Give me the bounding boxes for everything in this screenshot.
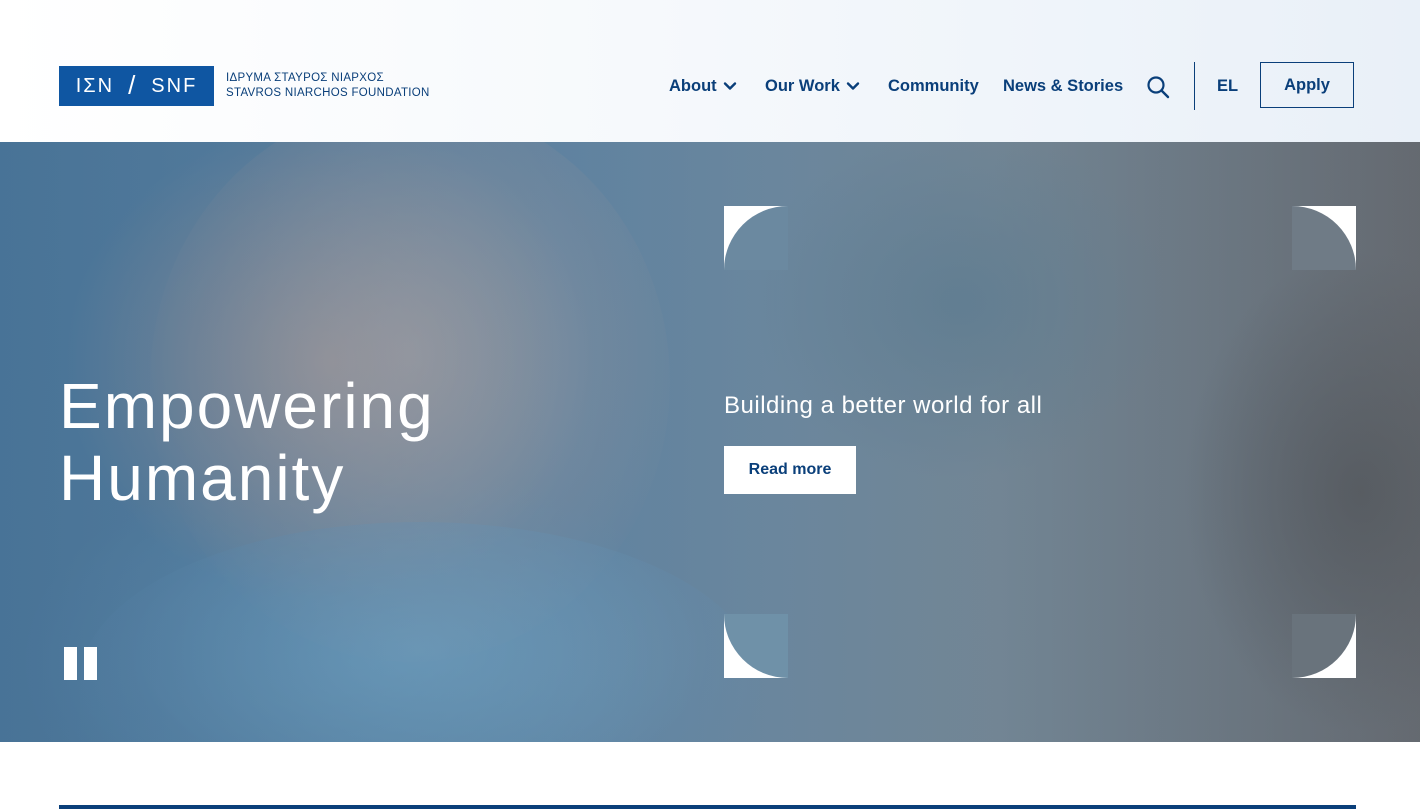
hero-title-line-1: Empowering [59,370,435,442]
frame-corner-bottom-right [1292,614,1356,678]
pause-bar [64,647,77,680]
frame-corner-bottom-left [724,614,788,678]
hero-banner: Empowering Humanity Building a better wo… [0,142,1420,742]
frame-corner-top-right [1292,206,1356,270]
chevron-down-icon [846,82,860,90]
nav-item-our-work[interactable]: Our Work [765,62,860,110]
hero-subtitle: Building a better world for all [724,392,1043,419]
section-divider [59,805,1356,809]
nav-item-label: Community [888,76,979,95]
hero-title: Empowering Humanity [59,370,435,514]
nav-item-about[interactable]: About [669,62,737,110]
decorative-frame [724,206,1356,678]
nav-item-news-stories[interactable]: News & Stories [1003,62,1123,110]
chevron-down-icon [723,82,736,90]
apply-button[interactable]: Apply [1260,62,1354,108]
frame-corner-top-left [724,206,788,270]
search-icon[interactable] [1145,74,1171,100]
nav-divider [1194,62,1195,110]
pause-bar [84,647,97,680]
read-more-button[interactable]: Read more [724,446,856,494]
hero-title-line-2: Humanity [59,442,346,514]
nav-item-label: News & Stories [1003,76,1124,95]
language-label: EL [1217,76,1239,95]
nav-item-label: About [669,76,717,95]
nav-item-label: Our Work [765,76,840,95]
nav-item-community[interactable]: Community [888,62,979,110]
main-nav: About Our Work Community News & Stories … [0,62,1420,110]
site-header: ΙΣΝ / SNF ΙΔΡΥΜΑ ΣΤΑΥΡΟΣ ΝΙΑΡΧΟΣ STAVROS… [0,0,1420,142]
language-switch[interactable]: EL [1217,62,1238,110]
pause-icon[interactable] [64,647,100,683]
